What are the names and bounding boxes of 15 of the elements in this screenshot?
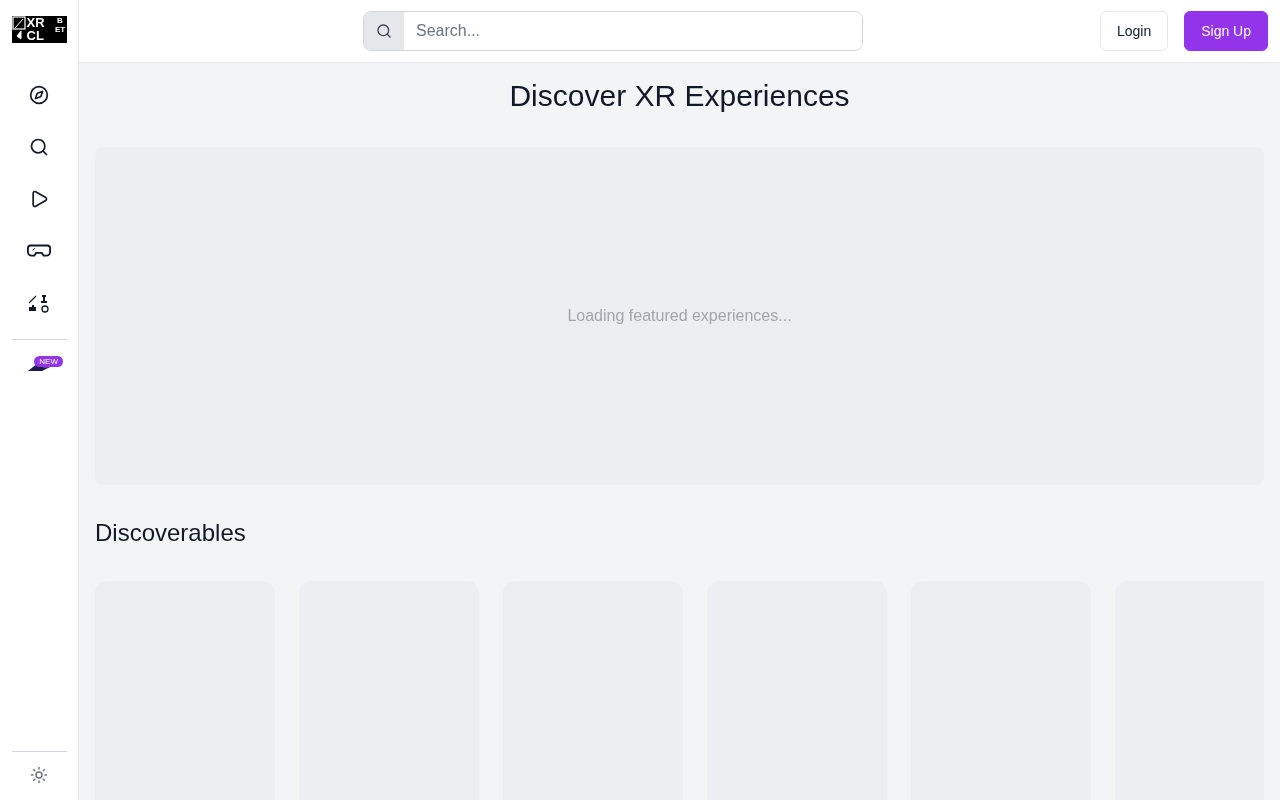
- loading-text: Loading featured experiences...: [567, 306, 792, 325]
- signup-button[interactable]: Sign Up: [1184, 11, 1268, 52]
- search-icon: [29, 137, 49, 157]
- sun-icon: [30, 766, 48, 784]
- theme-toggle[interactable]: [30, 766, 48, 784]
- section-title: Discoverables: [95, 518, 247, 547]
- play-icon: [29, 189, 49, 209]
- page-title: Discover XR Experiences: [508, 78, 851, 115]
- compass-icon: [29, 85, 49, 105]
- nav-button[interactable]: [27, 83, 51, 107]
- search-icon: [376, 23, 392, 40]
- search-field[interactable]: Search...: [363, 11, 863, 52]
- new-badge: NEW: [34, 356, 63, 367]
- login-button[interactable]: Login: [1099, 11, 1169, 52]
- headset-icon: [27, 243, 51, 259]
